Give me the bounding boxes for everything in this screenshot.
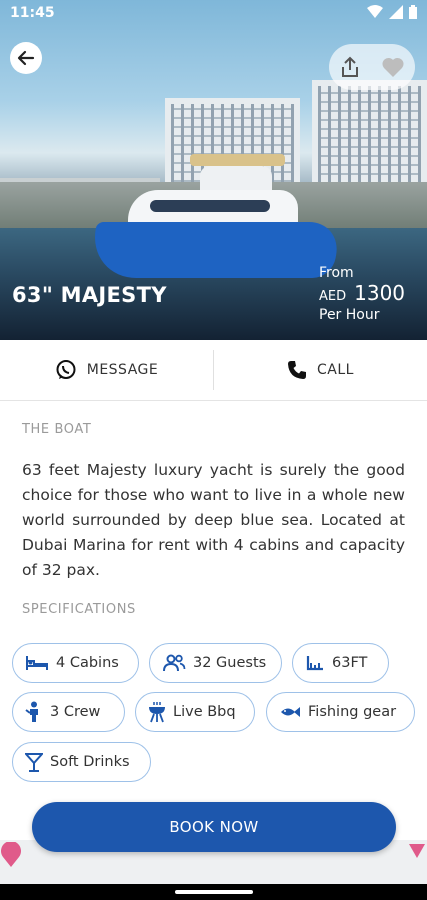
spec-chip: 4 Cabins bbox=[12, 643, 139, 683]
spec-chip: Live Bbq bbox=[135, 692, 255, 732]
length-icon bbox=[306, 656, 323, 671]
fish-icon bbox=[281, 707, 300, 717]
arrow-left-icon bbox=[17, 50, 35, 66]
call-label: CALL bbox=[317, 362, 354, 378]
spec-label: Live Bbq bbox=[173, 704, 236, 720]
price-block: From AED 1300 Per Hour bbox=[319, 265, 415, 323]
home-handle[interactable] bbox=[175, 890, 253, 894]
price-unit: Per Hour bbox=[319, 307, 380, 323]
bed-icon bbox=[26, 656, 48, 670]
spec-label: 63FT bbox=[332, 655, 368, 671]
crew-icon bbox=[25, 701, 38, 722]
section-label-specifications: SPECIFICATIONS bbox=[22, 602, 136, 617]
heart-icon[interactable] bbox=[381, 56, 405, 78]
whatsapp-icon bbox=[56, 360, 76, 379]
spec-label: 4 Cabins bbox=[56, 655, 119, 671]
spec-chip: 63FT bbox=[292, 643, 389, 683]
spec-label: Fishing gear bbox=[308, 704, 397, 720]
share-favorite-pill bbox=[329, 44, 415, 90]
spec-label: 3 Crew bbox=[50, 704, 101, 720]
spec-label: Soft Drinks bbox=[50, 754, 130, 770]
message-label: MESSAGE bbox=[86, 362, 159, 378]
section-label-boat: THE BOAT bbox=[22, 422, 92, 437]
spec-chip: 32 Guests bbox=[149, 643, 282, 683]
spec-label: 32 Guests bbox=[193, 655, 267, 671]
battery-icon bbox=[409, 5, 417, 19]
map-pin-icon bbox=[1, 842, 21, 867]
spec-chip: Soft Drinks bbox=[12, 742, 151, 782]
price-currency: AED bbox=[319, 289, 347, 304]
drink-icon bbox=[25, 753, 43, 772]
phone-icon bbox=[288, 361, 307, 379]
share-icon[interactable] bbox=[340, 56, 360, 78]
book-now-button[interactable]: BOOK NOW bbox=[32, 802, 396, 852]
spec-chip: Fishing gear bbox=[266, 692, 415, 732]
message-button[interactable]: MESSAGE bbox=[0, 340, 213, 400]
map-marker-icon bbox=[409, 844, 425, 858]
signal-icon bbox=[389, 5, 403, 19]
spec-chip: 3 Crew bbox=[12, 692, 125, 732]
status-bar: 11:45 bbox=[0, 0, 427, 28]
boat-title: 63" MAJESTY bbox=[12, 283, 167, 307]
system-nav-bar bbox=[0, 884, 427, 900]
wifi-icon bbox=[367, 5, 383, 18]
bbq-icon bbox=[149, 702, 165, 723]
price-from: From bbox=[319, 265, 354, 281]
back-button[interactable] bbox=[10, 42, 42, 74]
price-value: 1300 bbox=[354, 281, 406, 305]
contact-bar: MESSAGE CALL bbox=[0, 340, 427, 401]
boat-description: 63 feet Majesty luxury yacht is surely t… bbox=[22, 461, 405, 579]
status-icons bbox=[367, 5, 417, 19]
call-button[interactable]: CALL bbox=[214, 340, 427, 400]
guests-icon bbox=[163, 654, 186, 672]
status-time: 11:45 bbox=[10, 5, 55, 21]
